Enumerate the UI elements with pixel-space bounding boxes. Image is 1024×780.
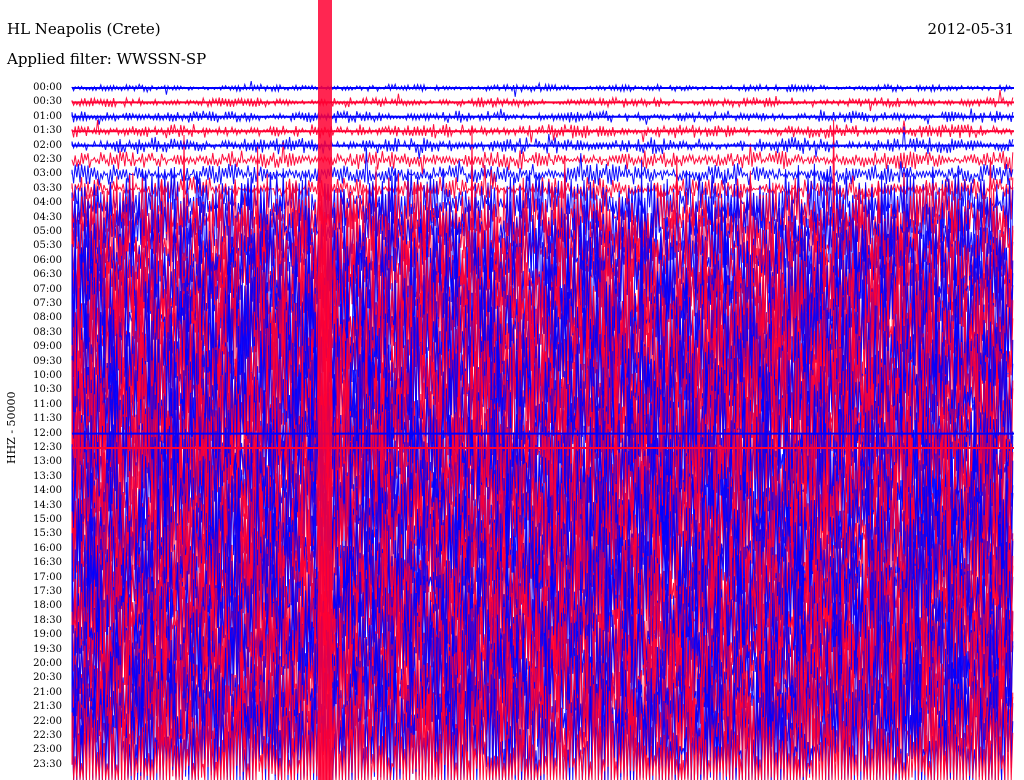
- time-label: 07:30: [33, 298, 62, 309]
- time-label: 14:30: [33, 499, 62, 511]
- time-label: 08:00: [33, 312, 62, 324]
- channel-label: HHZ - 50000: [5, 391, 18, 464]
- time-label: 22:30: [33, 730, 62, 741]
- time-label: 01:30: [33, 125, 62, 137]
- time-label: 17:30: [33, 586, 62, 597]
- time-label: 09:00: [33, 341, 62, 353]
- time-axis: 00:00 00:30 01:00 01:30 02:00 02:30 03:00 03:30…: [0, 0, 66, 780]
- time-label: 15:30: [33, 528, 62, 540]
- time-label: 22:00: [33, 715, 62, 727]
- time-label: 06:00: [33, 254, 62, 266]
- time-label: 23:30: [33, 758, 62, 770]
- time-label: 02:00: [33, 139, 62, 151]
- seismogram-plot: [71, 0, 1014, 780]
- time-label: 13:30: [33, 470, 62, 482]
- time-label: 03:30: [33, 182, 62, 194]
- trace-line: [71, 89, 1014, 112]
- time-label: 08:30: [33, 326, 62, 338]
- time-label: 18:00: [33, 600, 62, 612]
- time-label: 09:30: [33, 355, 62, 367]
- time-label: 20:00: [33, 658, 62, 669]
- time-label: 03:00: [33, 168, 62, 180]
- time-label: 17:00: [33, 571, 62, 583]
- time-label: 02:30: [33, 154, 62, 165]
- time-label: 19:30: [33, 643, 62, 655]
- helicorder-chart: 00:00 00:30 01:00 01:30 02:00 02:30 03:00 03:30…: [0, 0, 1024, 780]
- chart-title: HL Neapolis (Crete): [7, 20, 161, 38]
- time-label: 10:00: [33, 370, 62, 381]
- filter-label: Applied filter: WWSSN-SP: [7, 50, 207, 68]
- time-label: 06:30: [33, 269, 62, 281]
- time-label: 04:00: [33, 197, 62, 209]
- time-label: 05:00: [33, 226, 62, 237]
- time-label: 21:00: [33, 686, 62, 698]
- time-label: 00:00: [33, 82, 62, 93]
- time-label: 16:30: [33, 557, 62, 569]
- time-label: 18:30: [33, 614, 62, 626]
- time-label: 14:00: [33, 485, 62, 497]
- time-label: 00:30: [33, 96, 62, 108]
- time-label: 04:30: [33, 211, 62, 223]
- traces: [71, 0, 1014, 780]
- time-label: 07:00: [33, 283, 62, 295]
- time-label: 01:00: [33, 110, 62, 122]
- time-label: 19:00: [33, 629, 62, 641]
- time-label: 15:00: [33, 514, 62, 525]
- time-label: 05:30: [33, 240, 62, 252]
- event-band: [318, 0, 332, 780]
- time-label: 16:00: [33, 542, 62, 554]
- time-label: 21:30: [33, 701, 62, 713]
- time-label: 20:30: [33, 672, 62, 684]
- time-label: 23:00: [33, 744, 62, 756]
- date-label: 2012-05-31: [927, 20, 1014, 38]
